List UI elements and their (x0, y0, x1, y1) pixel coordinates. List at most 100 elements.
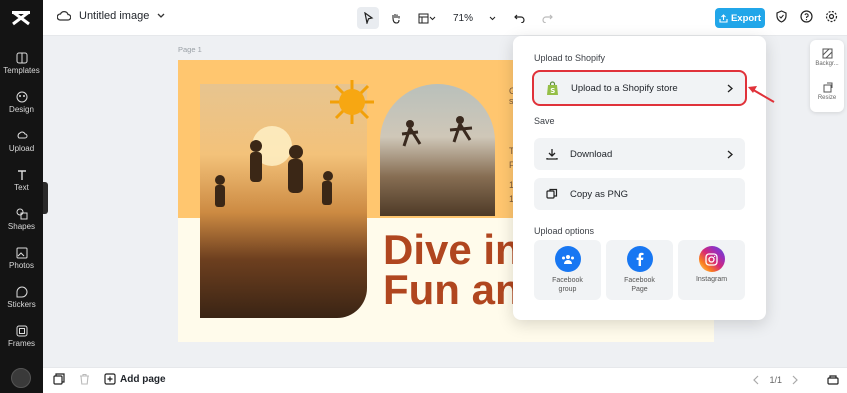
shield-icon[interactable] (775, 10, 788, 23)
hand-tool-button[interactable] (385, 7, 407, 29)
select-tool-button[interactable] (357, 7, 379, 29)
facebook-group-label: Facebook group (552, 277, 583, 293)
panel-collapse-handle[interactable] (43, 182, 48, 214)
export-button[interactable]: Export (715, 8, 765, 28)
download-label: Download (570, 148, 613, 160)
share-icon (719, 13, 728, 23)
runners-silhouettes (401, 116, 473, 147)
layers-icon[interactable] (53, 373, 65, 385)
facebook-page-label: Facebook Page (624, 277, 655, 293)
sun-graphic[interactable] (328, 78, 376, 126)
chevron-down-icon[interactable] (157, 13, 165, 19)
rail-item-shapes[interactable]: Shapes (0, 208, 43, 244)
redo-button[interactable] (536, 7, 558, 29)
shopify-section-title: Upload to Shopify (534, 53, 606, 63)
top-bar: Untitled image 71% Export (43, 0, 847, 36)
rail-label: Stickers (7, 300, 36, 309)
copy-png-button[interactable]: Copy as PNG (534, 178, 745, 210)
chevron-right-icon (727, 84, 733, 92)
upload-shopify-label: Upload to a Shopify store (571, 82, 678, 94)
facebook-group-button[interactable]: Facebook group (534, 240, 601, 300)
page-label: Page 1 (178, 45, 202, 54)
add-page-icon (104, 373, 116, 385)
hand-icon (392, 14, 400, 24)
rail-label: Text (14, 183, 29, 192)
instagram-label: Instagram (695, 276, 728, 283)
cloud-icon[interactable] (57, 10, 71, 22)
background-icon (822, 48, 832, 59)
rail-label: Photos (9, 261, 34, 270)
rail-item-photos[interactable]: Photos (0, 247, 43, 283)
rail-item-templates[interactable]: Templates (0, 52, 43, 88)
undo-icon (513, 14, 525, 23)
add-page-label: Add page (120, 373, 166, 385)
copy-icon (546, 188, 558, 199)
rail-item-upload[interactable]: Upload (0, 130, 43, 166)
capcut-logo[interactable] (10, 8, 32, 28)
document-title[interactable]: Untitled image (79, 10, 149, 22)
rail-item-design[interactable]: Design (0, 91, 43, 127)
annotation-arrow (748, 86, 775, 103)
frame-layout-icon (418, 13, 429, 23)
chevron-right-icon[interactable] (792, 375, 799, 385)
upload-options-title: Upload options (534, 226, 595, 236)
help-icon[interactable] (800, 10, 813, 23)
running-couple-photo[interactable] (380, 84, 495, 216)
resize-tool[interactable]: Resize (810, 82, 844, 101)
pointer-icon (363, 12, 373, 24)
rail-label: Templates (3, 66, 40, 75)
rail-label: Upload (8, 144, 35, 153)
instagram-icon (698, 246, 725, 272)
upload-icon (17, 131, 27, 139)
export-dropdown: Upload to Shopify S Upload to a Shopify … (513, 36, 766, 320)
stickers-icon (16, 286, 27, 298)
chevron-down-icon (429, 16, 436, 20)
save-section-title: Save (534, 116, 555, 126)
side-tools-panel: Backgr... Resize (810, 40, 844, 112)
text-icon (17, 170, 26, 180)
shapes-icon (16, 208, 27, 220)
photos-icon (16, 247, 27, 259)
chevron-down-icon (489, 16, 496, 20)
upload-shopify-button[interactable]: S Upload to a Shopify store (532, 70, 747, 106)
canvas-headline[interactable]: Dive in Fun an (383, 229, 521, 311)
trash-icon[interactable] (79, 373, 90, 385)
background-tool[interactable]: Backgr... (810, 48, 844, 67)
facebook-icon (626, 246, 653, 272)
avatar[interactable] (11, 368, 31, 388)
resize-label: Resize (817, 95, 837, 101)
background-label: Backgr... (815, 61, 839, 67)
gear-icon[interactable] (825, 10, 838, 23)
rail-label: Shapes (7, 222, 36, 231)
left-rail: Templates Design Upload Text Shapes Phot… (0, 0, 43, 393)
download-icon (546, 149, 558, 160)
chevron-left-icon[interactable] (752, 375, 759, 385)
pages-panel-icon[interactable] (827, 374, 839, 385)
facebook-page-button[interactable]: Facebook Page (606, 240, 673, 300)
zoom-dropdown[interactable]: 71% (447, 13, 502, 24)
download-button[interactable]: Download (534, 138, 745, 170)
rail-item-frames[interactable]: Frames (0, 325, 43, 361)
undo-button[interactable] (508, 7, 530, 29)
page-count: 1/1 (769, 374, 782, 385)
shopify-bag-icon: S (547, 80, 558, 95)
templates-icon (16, 52, 27, 64)
chevron-right-icon (727, 150, 733, 158)
rail-item-text[interactable]: Text (0, 169, 43, 205)
svg-text:S: S (550, 87, 555, 95)
instagram-button[interactable]: Instagram (678, 240, 745, 300)
add-page-button[interactable]: Add page (104, 373, 166, 385)
frames-icon (16, 325, 27, 337)
rail-label: Design (9, 105, 34, 114)
resize-icon (823, 82, 832, 93)
zoom-value: 71% (453, 12, 474, 24)
rail-item-stickers[interactable]: Stickers (0, 286, 43, 322)
redo-icon (541, 14, 553, 23)
layout-dropdown-button[interactable] (413, 7, 441, 29)
export-label: Export (730, 12, 762, 24)
design-icon (16, 91, 27, 103)
bottom-bar: Add page 1/1 (43, 367, 847, 393)
copy-png-label: Copy as PNG (570, 188, 629, 200)
rail-label: Frames (7, 339, 36, 348)
facebook-group-icon (554, 246, 581, 272)
